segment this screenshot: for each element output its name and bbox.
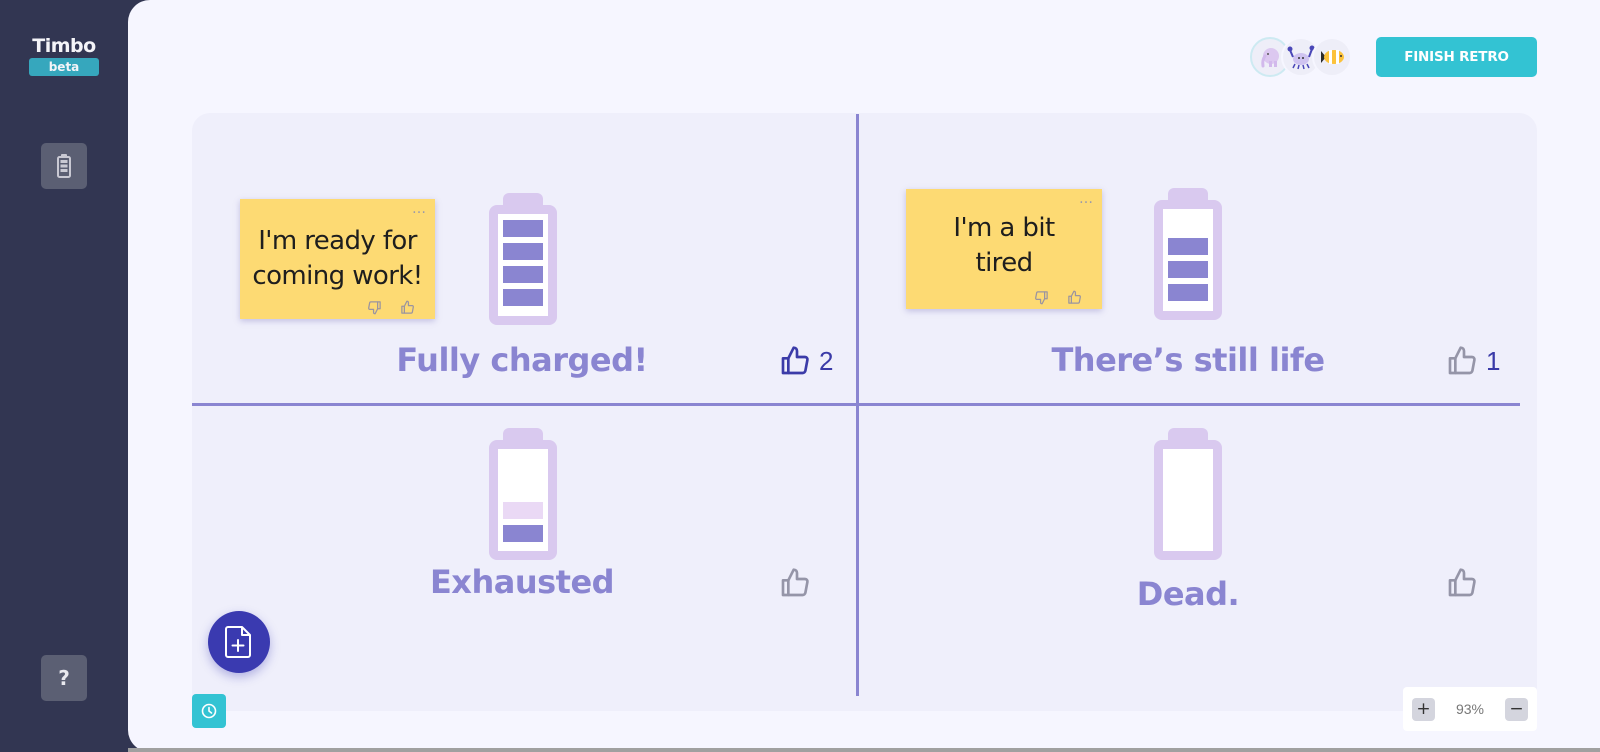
thumbs-up-icon[interactable] [1067,290,1082,305]
battery-three-quarter-icon [1154,188,1222,320]
quadrant-title: There’s still life [1051,341,1325,379]
board-horizontal-divider [192,403,1520,406]
zoom-level: 93% [1455,701,1485,717]
thumbs-up-icon [1448,568,1476,597]
thumbs-down-icon[interactable] [367,300,382,315]
sticky-text-line: I'm ready for [258,226,417,256]
battery-empty-icon [1154,428,1222,560]
sticky-text-line: I'm a bit [953,213,1055,243]
quadrant-title: Exhausted [429,563,615,601]
thumbs-down-icon[interactable] [1034,290,1049,305]
sticky-note[interactable]: … I'm a bit tired [906,189,1102,309]
vote-count: 1 [1486,345,1501,376]
sticky-text-line: tired [975,248,1033,278]
beta-badge: beta [29,58,99,76]
finish-retro-button[interactable]: FINISH RETRO [1376,37,1537,77]
add-note-button[interactable] [208,611,270,673]
battery-icon [57,154,71,178]
sidebar-battery-button[interactable] [41,143,87,189]
thumbs-up-icon [781,346,809,375]
vote-button[interactable] [1446,567,1486,599]
file-plus-icon [225,626,251,658]
app-name: Timbo [32,35,96,57]
zoom-controls: + 93% − [1403,687,1537,731]
thumbs-up-icon[interactable] [400,300,415,315]
elephant-avatar-icon [1261,48,1279,68]
quadrant-title: Fully charged! [396,341,648,379]
battery-low-icon [489,428,557,560]
crab-avatar-icon [1287,45,1315,70]
more-options-icon[interactable]: … [1079,192,1094,206]
clownfish-avatar-icon [1321,50,1344,64]
avatar-clownfish[interactable] [1312,37,1352,77]
timer-button[interactable] [192,694,226,728]
vote-button[interactable]: 2 [779,345,833,377]
sticky-text-line: coming work! [252,261,423,291]
sticky-actions [367,300,415,315]
zoom-out-button[interactable]: − [1505,697,1528,721]
zoom-in-button[interactable]: + [1412,697,1435,721]
help-icon: ? [58,666,70,690]
vote-button[interactable] [779,567,819,599]
sticky-actions [1034,290,1082,305]
battery-full-icon [489,193,557,325]
vote-count: 2 [819,345,834,376]
more-options-icon[interactable]: … [412,202,427,216]
thumbs-up-icon [781,568,809,597]
thumbs-up-icon [1448,346,1476,375]
vote-button[interactable]: 1 [1446,345,1500,377]
help-button[interactable]: ? [41,655,87,701]
sidebar: Timbo beta ? [0,0,130,752]
participants [1250,37,1352,79]
quadrant-title: Dead. [1136,575,1240,613]
window-bottom-edge [128,748,1600,752]
clock-icon [201,703,217,719]
sticky-note[interactable]: … I'm ready for coming work! [240,199,435,319]
logo[interactable]: Timbo beta [29,34,99,76]
